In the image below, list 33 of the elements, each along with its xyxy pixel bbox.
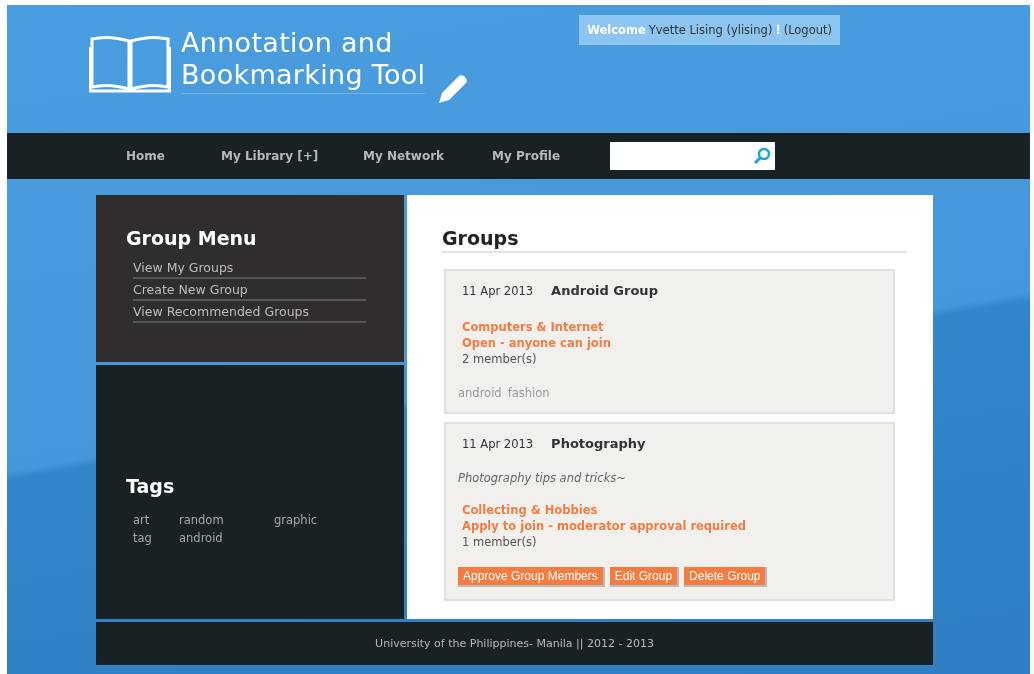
menu-link[interactable]: View Recommended Groups xyxy=(133,301,366,323)
groups-heading: Groups xyxy=(442,227,907,253)
tag-link[interactable]: android xyxy=(179,531,274,545)
group-date: 11 Apr 2013 xyxy=(462,284,534,298)
tag-link[interactable]: graphic xyxy=(274,513,353,527)
open-book-icon xyxy=(89,33,171,93)
group-name[interactable]: Android Group xyxy=(551,283,658,298)
access-policy: Open - anyone can join xyxy=(462,336,612,350)
member-count: 2 member(s) xyxy=(462,352,538,366)
footer-text: University of the Philippines- Manila || 2012 - 2013 xyxy=(96,622,933,665)
nav-link[interactable]: My Profile xyxy=(492,149,610,163)
member-count: 1 member(s) xyxy=(462,535,538,549)
search-field[interactable] xyxy=(610,142,775,170)
group-menu-title: Group Menu xyxy=(126,227,258,249)
menu-link[interactable]: View My Groups xyxy=(133,257,366,279)
access-policy: Apply to join - moderator approval required xyxy=(462,519,747,533)
nav-link[interactable]: My Library [+] xyxy=(221,149,363,163)
user-name: Yvette Lising (ylising) xyxy=(648,23,773,37)
tag-link[interactable]: random xyxy=(179,513,274,527)
search-icon[interactable] xyxy=(753,147,771,165)
group-date: 11 Apr 2013 xyxy=(462,437,534,451)
menu-link[interactable]: Create New Group xyxy=(133,279,366,301)
tags-title: Tags xyxy=(126,475,176,497)
nav-link[interactable]: Home xyxy=(126,149,221,163)
group-name[interactable]: Photography xyxy=(551,436,646,451)
nav-link[interactable]: My Network xyxy=(363,149,492,163)
tag-link[interactable]: art xyxy=(133,513,179,527)
group-description: Photography tips and tricks~ xyxy=(458,471,627,485)
exclamation-mark: ! xyxy=(775,23,781,37)
welcome-label: Welcome xyxy=(587,23,646,37)
tag-link[interactable]: tag xyxy=(133,531,179,545)
logout-link[interactable]: (Logout) xyxy=(783,23,832,37)
site-title: Annotation and Bookmarking Tool xyxy=(181,27,426,94)
